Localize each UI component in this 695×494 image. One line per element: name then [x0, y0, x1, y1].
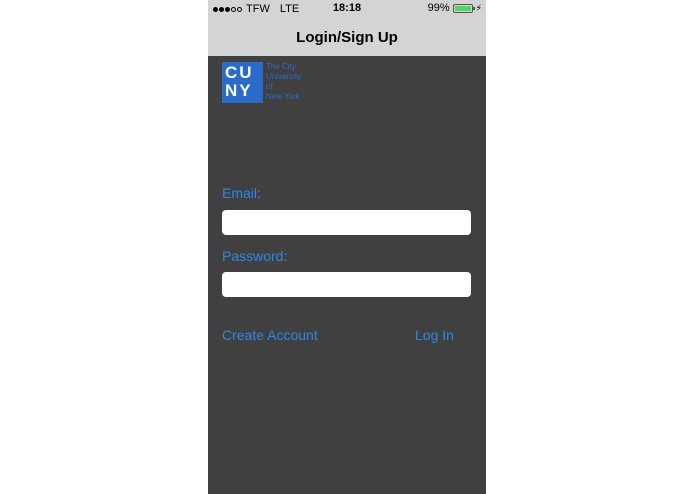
email-field[interactable]: [222, 210, 471, 235]
logo-mark-line: NY: [225, 81, 253, 100]
email-label: Email:: [222, 185, 261, 201]
password-field[interactable]: [222, 272, 471, 297]
charging-bolt-icon: ⚡︎: [475, 2, 482, 13]
password-label: Password:: [222, 248, 288, 264]
battery-percent: 99%: [427, 2, 450, 14]
logo-text-line: of: [266, 82, 273, 91]
app-screen: TFW LTE 18:18 99% ⚡︎ Login/Sign Up CU NY…: [208, 0, 486, 494]
logo-text-line: University: [266, 72, 302, 81]
login-button[interactable]: Log In: [415, 327, 454, 343]
status-bar: TFW LTE 18:18 99% ⚡︎: [208, 0, 486, 18]
cuny-logo-mark: CU NY: [222, 62, 263, 103]
cuny-logo: CU NY The City University of New York: [222, 62, 301, 103]
status-right: 99% ⚡︎: [428, 2, 482, 14]
navigation-bar: Login/Sign Up: [208, 18, 486, 56]
create-account-button[interactable]: Create Account: [222, 327, 318, 343]
logo-text-line: New York: [266, 92, 300, 101]
cuny-logo-text: The City University of New York: [266, 62, 301, 102]
logo-text-line: The City: [266, 62, 296, 71]
battery-fill: [454, 5, 471, 11]
battery-tip: [472, 6, 475, 10]
battery-icon: [452, 3, 475, 13]
logo-mark-line: CU: [225, 63, 254, 82]
page-title: Login/Sign Up: [296, 28, 398, 46]
